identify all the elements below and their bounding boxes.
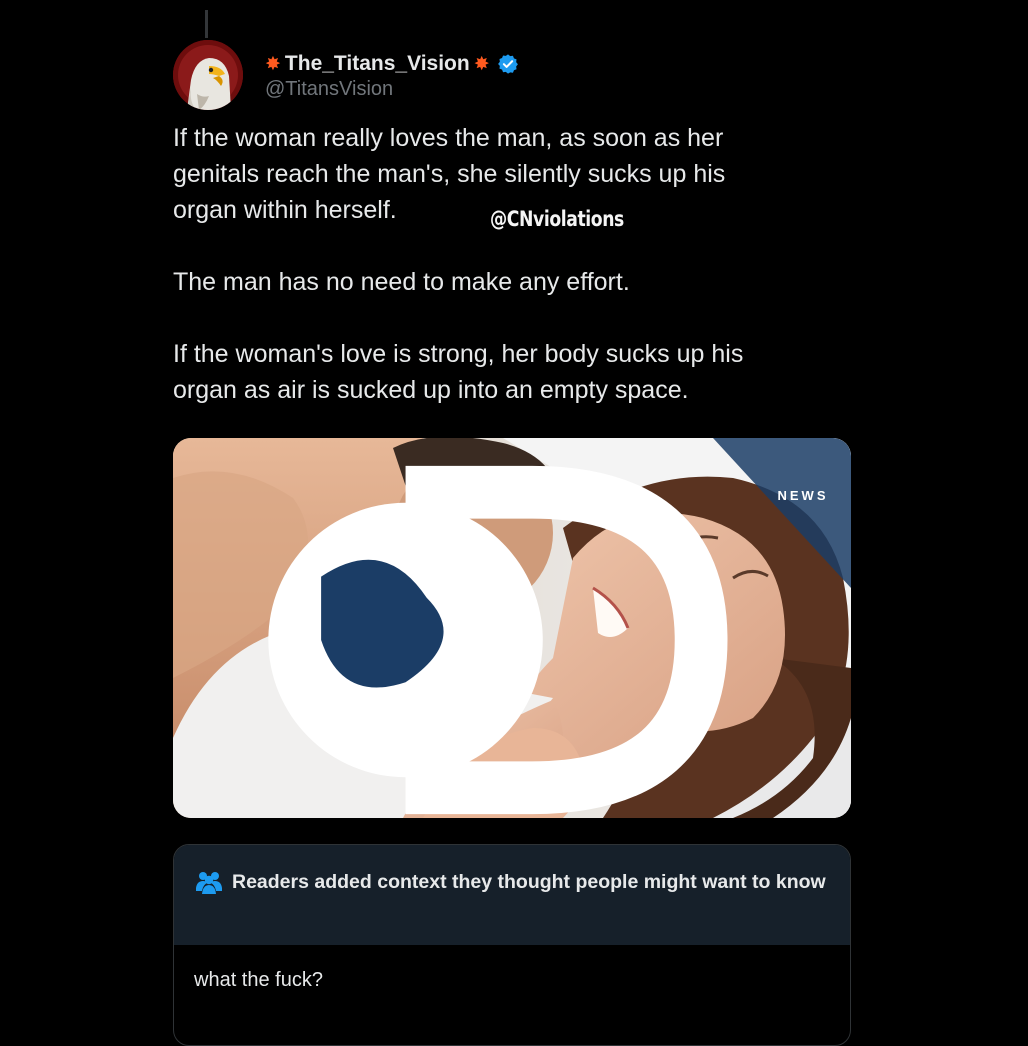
community-note[interactable]: Readers added context they thought peopl… [173,844,851,1046]
author-avatar[interactable] [173,40,243,110]
author-handle[interactable]: @TitansVision [265,78,393,101]
community-note-body: what the fuck? [194,969,323,991]
community-note-header: Readers added context they thought peopl… [174,845,850,945]
author-display-name[interactable]: The_Titans_Vision [285,52,470,76]
thread-connector-line [205,10,208,38]
community-note-title: Readers added context they thought peopl… [232,871,826,893]
burst-emoji-left: ✸ [265,53,281,75]
burst-emoji-right: ✸ [473,53,490,75]
people-icon [196,872,222,894]
post-text: If the woman really loves the man, as so… [173,124,744,404]
watermark-text: @CNviolations [490,207,624,231]
eagle-avatar-icon [173,40,243,110]
author-name-row[interactable]: ✸ The_Titans_Vision ✸ [265,50,519,78]
discovery-globe-logo-icon [268,465,728,815]
news-logo: NEWS [268,438,851,815]
verified-badge-icon [494,53,519,75]
logo-news-text: NEWS [777,488,829,503]
post-media-image[interactable]: NEWS [173,438,851,818]
